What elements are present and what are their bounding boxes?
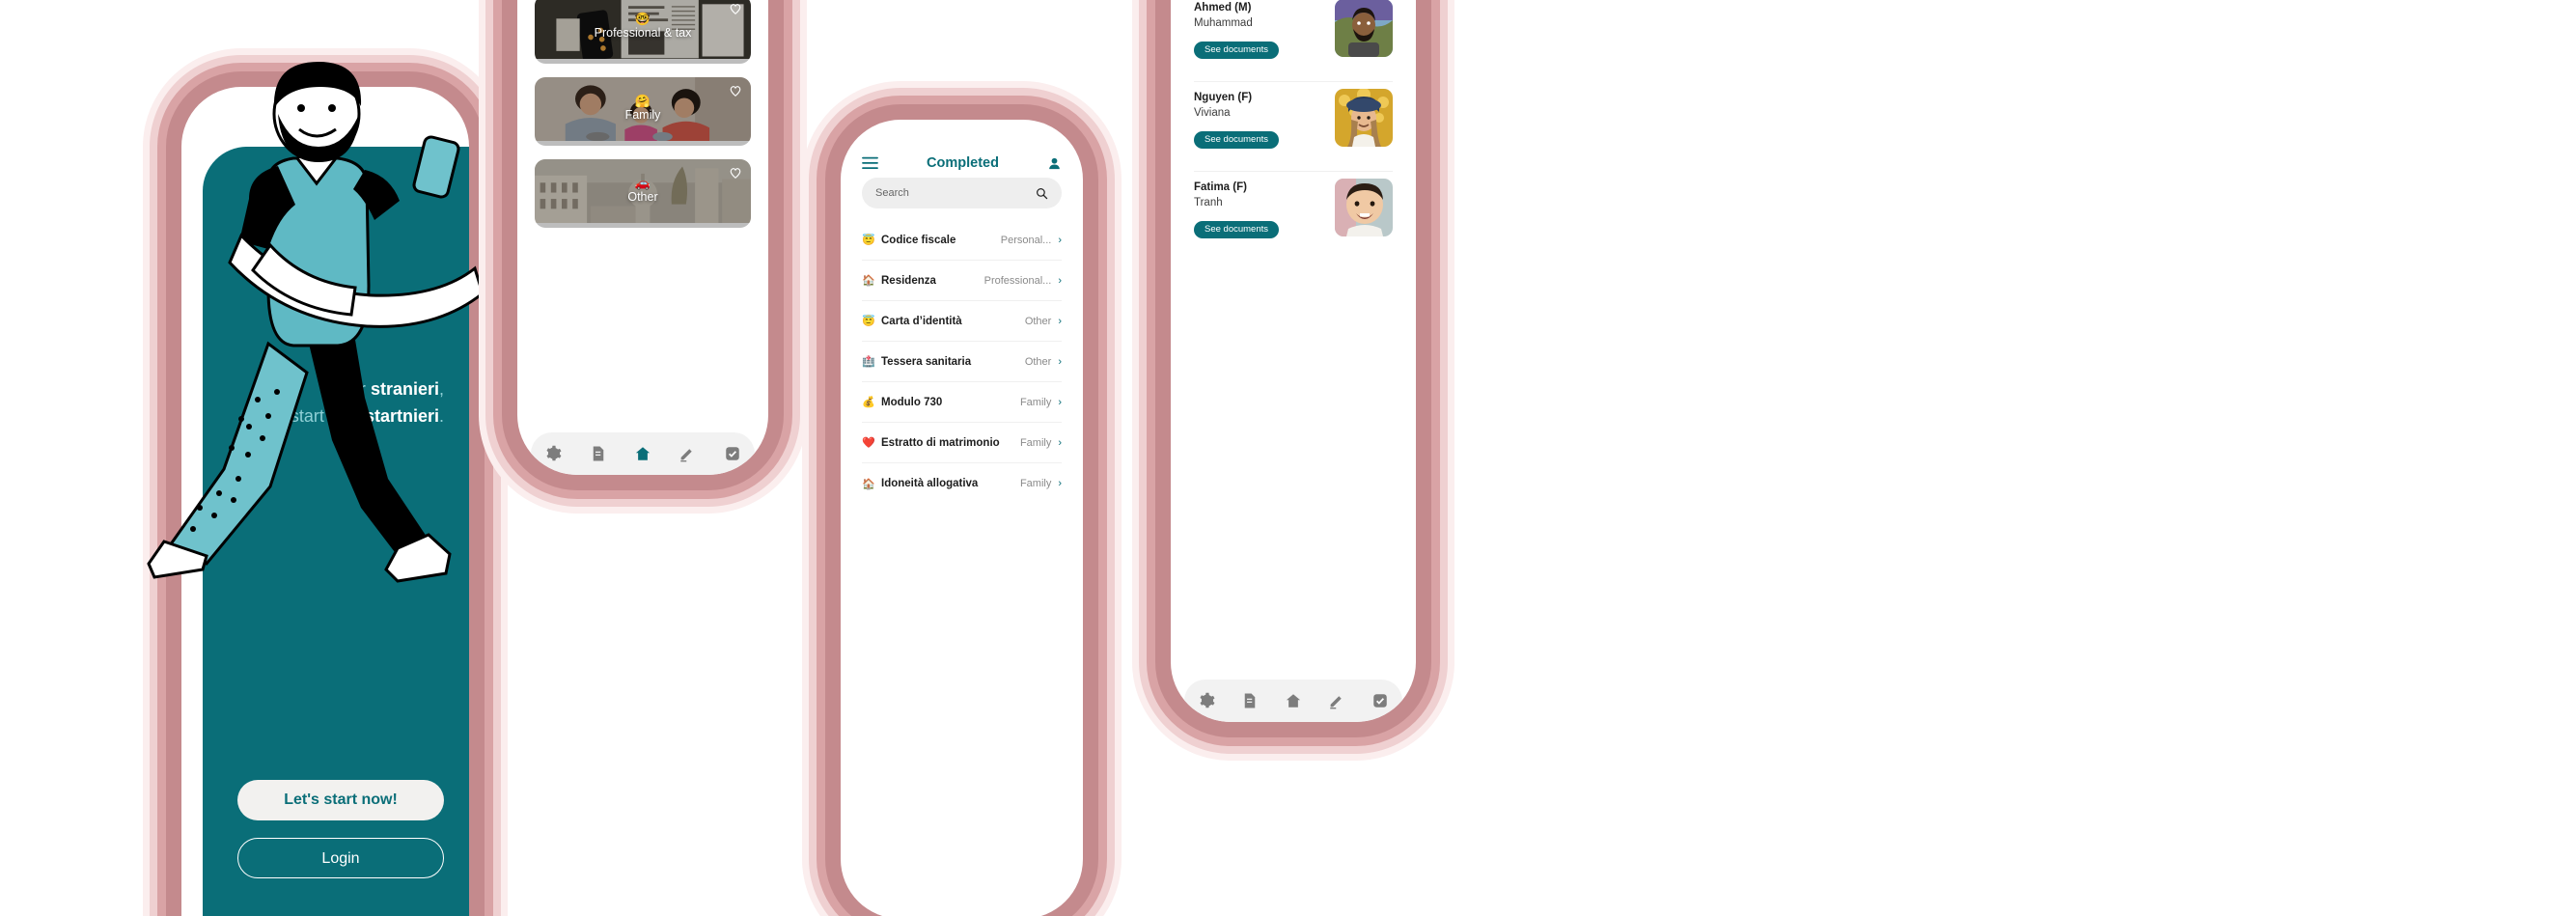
- favorite-heart-icon[interactable]: [729, 166, 742, 180]
- chevron-right-icon[interactable]: ›: [1058, 356, 1062, 368]
- document-emoji: ❤️: [862, 437, 875, 449]
- completed-header: Completed: [841, 147, 1083, 180]
- document-emoji: 💰: [862, 397, 875, 408]
- document-name: Estratto di matrimonio: [881, 436, 1000, 449]
- avatar: [1335, 179, 1393, 236]
- avatar-ahmed: [1335, 0, 1393, 57]
- see-documents-button[interactable]: See documents: [1194, 221, 1280, 238]
- chevron-right-icon[interactable]: ›: [1058, 316, 1062, 327]
- home-icon[interactable]: [1285, 692, 1302, 709]
- completed-document-list: 😇 Codice fiscale Personal... › 🏠 Residenza Pr…: [862, 220, 1062, 504]
- category-card-list: 😇 Personal documents: [535, 0, 751, 241]
- bottom-navigation-bar: [1184, 680, 1402, 722]
- phone-mockup-categories: Search ALL FAVORITES: [502, 0, 784, 490]
- list-item: Ahmed (M) Muhammad See documents: [1194, 0, 1393, 82]
- card-emoji: 🚗: [634, 176, 651, 190]
- card-label: Other: [627, 190, 658, 204]
- people-screen: Ahmed (M) Muhammad See documents Nguyen …: [1171, 0, 1416, 722]
- table-row[interactable]: 💰 Modulo 730 Family ›: [862, 382, 1062, 423]
- document-name: Residenza: [881, 274, 936, 287]
- chevron-right-icon[interactable]: ›: [1058, 397, 1062, 408]
- document-emoji: 😇: [862, 316, 875, 327]
- check-icon[interactable]: [724, 445, 741, 462]
- document-category: Professional...: [983, 274, 1052, 287]
- document-name: Codice fiscale: [881, 234, 956, 246]
- people-list: Ahmed (M) Muhammad See documents Nguyen …: [1194, 0, 1393, 262]
- table-row[interactable]: 😇 Carta d’identità Other ›: [862, 301, 1062, 342]
- person-icon[interactable]: [1047, 156, 1062, 171]
- categories-screen: Search ALL FAVORITES: [517, 0, 768, 475]
- document-category: Family: [1019, 396, 1052, 408]
- avatar: [1335, 0, 1393, 57]
- list-item: Nguyen (F) Viviana See documents: [1194, 82, 1393, 172]
- list-item: Fatima (F) Tranh See documents: [1194, 172, 1393, 262]
- gear-icon[interactable]: [544, 445, 562, 462]
- avatar-fatima: [1335, 179, 1393, 236]
- document-name: Modulo 730: [881, 396, 943, 408]
- document-emoji: 🏠: [862, 478, 875, 490]
- document-icon[interactable]: [590, 445, 607, 462]
- document-category: Family: [1019, 478, 1052, 489]
- card-emoji: 🤗: [634, 94, 651, 108]
- phone-mockup-completed: Completed Search 😇 Codice fiscale Personal…: [825, 104, 1098, 916]
- document-category: Other: [1024, 315, 1052, 327]
- chevron-right-icon[interactable]: ›: [1058, 275, 1062, 287]
- search-icon[interactable]: [1036, 187, 1048, 200]
- document-name: Carta d’identità: [881, 315, 962, 327]
- avatar-nguyen: [1335, 89, 1393, 147]
- table-row[interactable]: 🏠 Residenza Professional... ›: [862, 261, 1062, 301]
- favorite-heart-icon[interactable]: [729, 84, 742, 97]
- pencil-icon[interactable]: [1328, 692, 1345, 709]
- favorite-heart-icon[interactable]: [729, 2, 742, 15]
- table-row[interactable]: ❤️ Estratto di matrimonio Family ›: [862, 423, 1062, 463]
- card-label: Professional & tax: [594, 26, 692, 40]
- gear-icon[interactable]: [1198, 692, 1215, 709]
- check-icon[interactable]: [1371, 692, 1389, 709]
- completed-screen: Completed Search 😇 Codice fiscale Personal…: [841, 120, 1083, 916]
- home-icon[interactable]: [634, 445, 651, 462]
- document-name: Idoneità allogativa: [881, 478, 979, 489]
- bottom-navigation-bar: [531, 432, 755, 475]
- table-row[interactable]: 🏥 Tessera sanitaria Other ›: [862, 342, 1062, 382]
- category-card-other[interactable]: 🚗 Other: [535, 159, 751, 228]
- category-card-family[interactable]: 🤗 Family: [535, 77, 751, 146]
- chevron-right-icon[interactable]: ›: [1058, 235, 1062, 246]
- see-documents-button[interactable]: See documents: [1194, 131, 1280, 149]
- chevron-right-icon[interactable]: ›: [1058, 478, 1062, 489]
- document-category: Personal...: [1000, 234, 1052, 246]
- categories-body: Search ALL FAVORITES: [517, 0, 768, 475]
- page-title: Completed: [927, 155, 999, 171]
- avatar: [1335, 89, 1393, 147]
- card-emoji: 🤓: [634, 12, 651, 26]
- table-row[interactable]: 🏠 Idoneità allogativa Family ›: [862, 463, 1062, 504]
- login-button[interactable]: Login: [237, 838, 444, 878]
- document-icon[interactable]: [1241, 692, 1259, 709]
- lets-start-now-button[interactable]: Let's start now!: [237, 780, 444, 820]
- document-emoji: 😇: [862, 235, 875, 246]
- document-name: Tessera sanitaria: [881, 355, 972, 368]
- search-input[interactable]: Search: [862, 178, 1062, 208]
- hamburger-menu-icon[interactable]: [862, 156, 878, 170]
- screenshot-canvas: for stranieri, start with startnieri. Le…: [0, 0, 2576, 916]
- pencil-icon[interactable]: [679, 445, 696, 462]
- onboarding-button-group: Let's start now! Login: [237, 780, 444, 896]
- table-row[interactable]: 😇 Codice fiscale Personal... ›: [862, 220, 1062, 261]
- document-emoji: 🏠: [862, 275, 875, 287]
- document-emoji: 🏥: [862, 356, 875, 368]
- category-card-professional-tax[interactable]: 🤓 Professional & tax: [535, 0, 751, 64]
- phone-mockup-onboarding: for stranieri, start with startnieri. Le…: [147, 62, 485, 916]
- walking-man-illustration: [147, 62, 485, 583]
- document-category: Family: [1019, 436, 1052, 449]
- chevron-right-icon[interactable]: ›: [1058, 437, 1062, 449]
- card-label: Family: [624, 108, 661, 122]
- document-category: Other: [1024, 355, 1052, 368]
- search-placeholder: Search: [875, 187, 909, 199]
- phone-mockup-people: Ahmed (M) Muhammad See documents Nguyen …: [1155, 0, 1431, 737]
- see-documents-button[interactable]: See documents: [1194, 42, 1280, 59]
